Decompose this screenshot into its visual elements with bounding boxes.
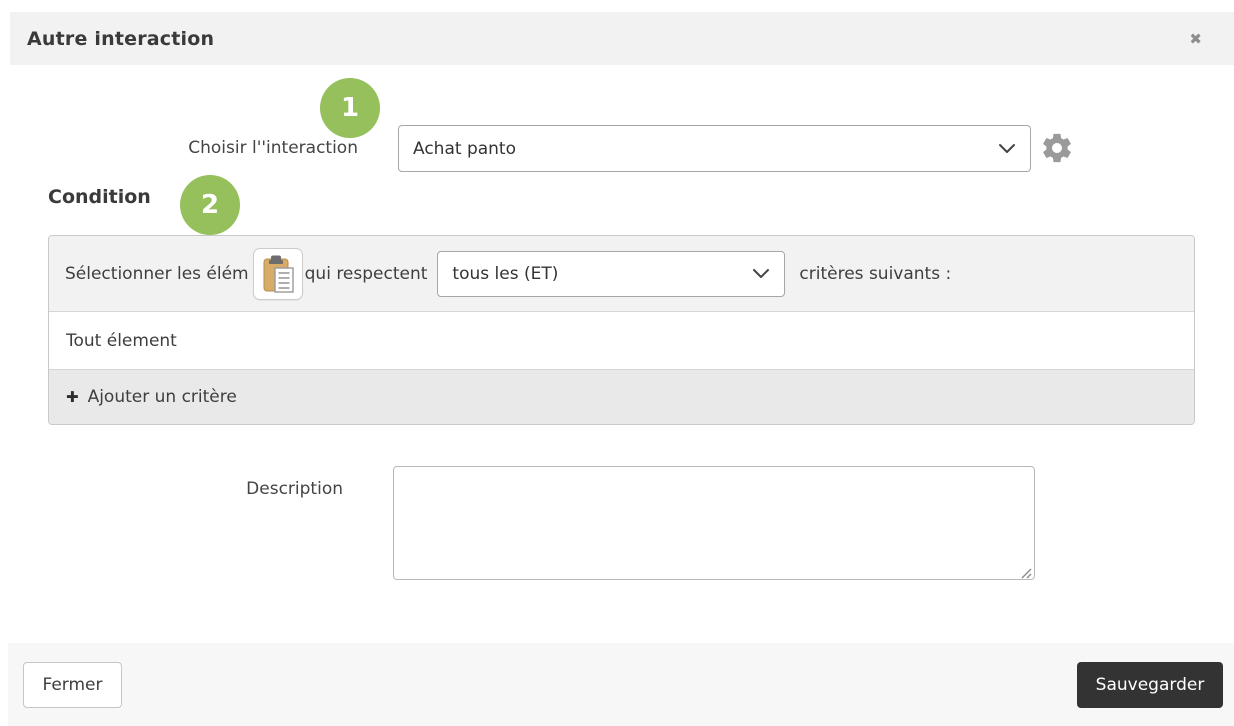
chevron-down-icon (752, 264, 770, 284)
combinator-select-value: tous les (ET) (452, 263, 559, 284)
clipboard-icon[interactable] (252, 247, 303, 300)
condition-header-row: Sélectionner les élém qui respectent tou… (49, 236, 1194, 311)
step-1-number: 1 (340, 93, 360, 123)
plus-icon: ✚ (66, 388, 79, 406)
save-button[interactable]: Sauvegarder (1077, 662, 1223, 708)
interaction-select[interactable]: Achat panto (398, 125, 1031, 172)
criterion-row-label: Tout élement (66, 330, 177, 351)
add-criterion-button[interactable]: ✚ Ajouter un critère (49, 369, 1194, 424)
step-2-badge: 2 (180, 175, 240, 235)
criteria-suffix-text: critères suivants : (799, 263, 952, 284)
close-icon[interactable]: ✖ (1189, 12, 1202, 65)
description-textarea[interactable] (393, 466, 1035, 580)
other-interaction-dialog: Autre interaction ✖ 1 Choisir l''interac… (0, 0, 1234, 726)
interaction-select-value: Achat panto (413, 138, 516, 159)
criterion-row[interactable]: Tout élement (49, 311, 1194, 369)
dialog-title: Autre interaction (27, 27, 215, 50)
interaction-label: Choisir l''interaction (188, 138, 358, 158)
step-1-badge: 1 (320, 78, 380, 138)
description-label: Description (246, 479, 343, 499)
add-criterion-label: Ajouter un critère (87, 387, 237, 407)
condition-box: Sélectionner les élém qui respectent tou… (48, 235, 1195, 425)
combinator-select[interactable]: tous les (ET) (437, 250, 786, 297)
gear-icon[interactable] (1040, 131, 1074, 165)
close-button[interactable]: Fermer (23, 662, 122, 708)
selector-text-before: Sélectionner les élém (65, 263, 249, 284)
condition-heading: Condition (48, 186, 151, 208)
dialog-footer: Fermer Sauvegarder (8, 643, 1234, 726)
chevron-down-icon (998, 139, 1016, 159)
step-2-number: 2 (200, 190, 220, 220)
description-field-wrap (393, 466, 1035, 580)
selector-text-after: qui respectent (304, 263, 428, 284)
dialog-header: Autre interaction ✖ (10, 12, 1234, 65)
